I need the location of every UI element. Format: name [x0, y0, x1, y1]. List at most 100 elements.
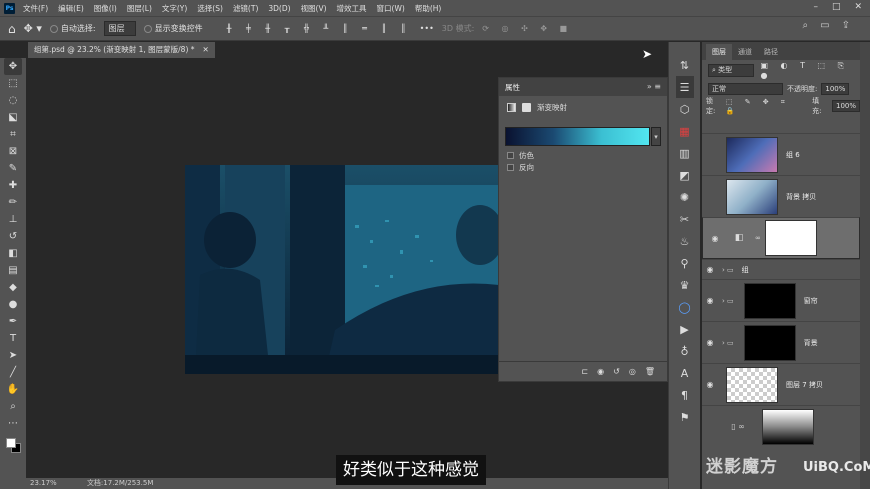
lasso-tool[interactable]: ◌ — [4, 92, 22, 109]
menu-filter[interactable]: 滤镜(T) — [233, 3, 258, 14]
layer-row[interactable]: ◉ › ▭ 背景 — [702, 321, 860, 363]
visibility-eye-icon[interactable]: ◉ — [702, 380, 718, 389]
layer-mask-thumbnail[interactable] — [743, 324, 796, 361]
delete-icon[interactable]: 🗑 — [645, 367, 655, 376]
visibility-eye-icon[interactable]: ◉ — [707, 234, 723, 243]
fill-input[interactable]: 100% — [832, 100, 861, 112]
pen-tool[interactable]: ✒ — [4, 313, 22, 330]
paths-icon[interactable]: ◩ — [676, 164, 694, 186]
type-panel-icon[interactable]: A — [676, 362, 694, 384]
visibility-eye-icon[interactable]: ◉ — [702, 296, 718, 305]
document-tab[interactable]: 组第.psd @ 23.2% (渐变映射 1, 图层蒙版/8) * ✕ — [28, 42, 215, 58]
3d-tools-icons[interactable]: ⟳ ◎ ✣ ✥ ■ — [482, 24, 572, 33]
history-icon[interactable]: ⇅ — [676, 54, 694, 76]
channels-icon[interactable]: ▥ — [676, 142, 694, 164]
menu-window[interactable]: 窗口(W) — [377, 3, 405, 14]
dither-option[interactable]: 仿色 — [507, 150, 534, 161]
lock-icons[interactable]: ⬚ ✎ ✥ ⌗ 🔒 — [726, 98, 808, 115]
menu-file[interactable]: 文件(F) — [23, 3, 48, 14]
layer-row-selected[interactable]: ◉ ◧ ∞ — [702, 217, 860, 259]
tool-presets-icon[interactable]: ✂ — [676, 208, 694, 230]
share-icon[interactable]: ⇪ — [842, 20, 850, 31]
layer-row[interactable]: ◉ › ▭ 组 — [702, 259, 860, 279]
color-swatches[interactable] — [4, 436, 22, 454]
paragraph-icon[interactable]: ¶ — [676, 384, 694, 406]
visibility-eye-icon[interactable]: ◉ — [702, 265, 718, 274]
align-icons[interactable]: ╫ ╪ ╫ ╥ ╬ ╨ ║ ═ ║ ║ — [227, 24, 412, 33]
history-brush-tool[interactable]: ↺ — [4, 228, 22, 245]
mask-icon[interactable] — [522, 102, 531, 112]
frame-tool[interactable]: ⊠ — [4, 143, 22, 160]
gradient-dropdown-icon[interactable]: ▾ — [651, 127, 661, 146]
hand-tool[interactable]: ✋ — [4, 381, 22, 398]
auto-select-checkbox[interactable] — [49, 24, 58, 33]
object-select-tool[interactable]: ⬕ — [4, 109, 22, 126]
menu-layer[interactable]: 图层(L) — [127, 3, 152, 14]
menu-view[interactable]: 视图(V) — [301, 3, 327, 14]
tab-layers[interactable]: 图层 — [706, 44, 732, 60]
eraser-tool[interactable]: ◧ — [4, 245, 22, 262]
layer-thumbnail[interactable] — [726, 366, 778, 403]
libraries-icon[interactable]: ♨ — [676, 230, 694, 252]
blur-tool[interactable]: ◆ — [4, 279, 22, 296]
brush-tool[interactable]: ✏ — [4, 194, 22, 211]
blend-mode-dropdown[interactable]: 正常 — [708, 83, 783, 95]
opacity-input[interactable]: 100% — [821, 83, 850, 95]
adjustments-icon[interactable]: ☰ — [675, 76, 694, 98]
glyphs-icon[interactable]: ♁ — [676, 340, 694, 362]
menu-3d[interactable]: 3D(D) — [268, 4, 290, 13]
show-transform-checkbox[interactable] — [143, 24, 152, 33]
layer-row[interactable]: ◉ 图层 7 拷贝 — [702, 363, 860, 405]
menu-image[interactable]: 图像(I) — [94, 3, 117, 14]
minimize-icon[interactable]: – — [813, 2, 818, 12]
auto-select-dropdown[interactable]: 图层 — [103, 21, 136, 36]
marquee-tool[interactable]: ⬚ — [4, 75, 22, 92]
crop-tool[interactable]: ⌗ — [4, 126, 22, 143]
character-icon[interactable]: ⚲ — [676, 252, 694, 274]
menu-type[interactable]: 文字(Y) — [162, 3, 187, 14]
tab-channels[interactable]: 通道 — [732, 44, 758, 60]
menu-plugins[interactable]: 增效工具 — [337, 3, 367, 14]
layer-row[interactable]: 背景 拷贝 — [702, 175, 860, 217]
layer-mask-thumbnail[interactable] — [762, 408, 814, 445]
dither-checkbox[interactable] — [507, 152, 514, 159]
gradient-tool[interactable]: ▤ — [4, 262, 22, 279]
layer-mask-thumbnail[interactable] — [743, 282, 796, 319]
eyedropper-tool[interactable]: ✎ — [4, 160, 22, 177]
layer-thumbnail[interactable] — [726, 178, 778, 215]
layers-scrollbar[interactable] — [860, 42, 870, 489]
filter-icons[interactable]: ▣ ◐ T ⬚ ⎘ ● — [760, 61, 860, 80]
reverse-checkbox[interactable] — [507, 164, 514, 171]
more-tools-icon[interactable]: ⋯ — [4, 415, 22, 432]
3d-icon[interactable]: ⬡ — [676, 98, 694, 120]
brushes-icon[interactable]: ♛ — [676, 274, 694, 296]
foreground-color[interactable] — [6, 438, 16, 448]
document-image[interactable] — [185, 165, 499, 374]
layer-row[interactable]: ◉ › ▭ 窗帘 — [702, 279, 860, 321]
menu-help[interactable]: 帮助(H) — [415, 3, 442, 14]
panel-collapse-icon[interactable]: » ≡ — [647, 82, 661, 91]
move-tool-icon[interactable]: ✥ ▾ — [24, 22, 42, 35]
menu-select[interactable]: 选择(S) — [197, 3, 223, 14]
brush-settings-icon[interactable]: ✺ — [676, 186, 694, 208]
visibility-icon[interactable]: ◎ — [629, 367, 636, 376]
move-tool[interactable]: ✥ — [4, 58, 22, 75]
more-options-icon[interactable]: ••• — [420, 24, 434, 33]
home-icon[interactable]: ⌂ — [8, 22, 16, 36]
zoom-level[interactable]: 23.17% — [30, 479, 57, 487]
measurement-icon[interactable]: ⚑ — [676, 406, 694, 428]
layer-row[interactable]: ▯ ∞ — [702, 405, 860, 447]
shape-tool[interactable]: ╱ — [4, 364, 22, 381]
adjustment-icon[interactable] — [507, 102, 516, 112]
close-icon[interactable]: ✕ — [854, 2, 862, 12]
layer-mask-thumbnail[interactable] — [764, 220, 817, 256]
maximize-icon[interactable]: □ — [832, 2, 841, 12]
reverse-option[interactable]: 反向 — [507, 162, 534, 173]
stamp-tool[interactable]: ⊥ — [4, 211, 22, 228]
search-icon[interactable]: ⌕ — [803, 20, 809, 31]
menu-edit[interactable]: 编辑(E) — [58, 3, 84, 14]
layer-filter-dropdown[interactable]: ⌕ 类型 — [708, 63, 755, 77]
layer-row[interactable]: 组 6 — [702, 133, 860, 175]
healing-brush-tool[interactable]: ✚ — [4, 177, 22, 194]
workspace-icon[interactable]: ▭ — [820, 20, 829, 31]
